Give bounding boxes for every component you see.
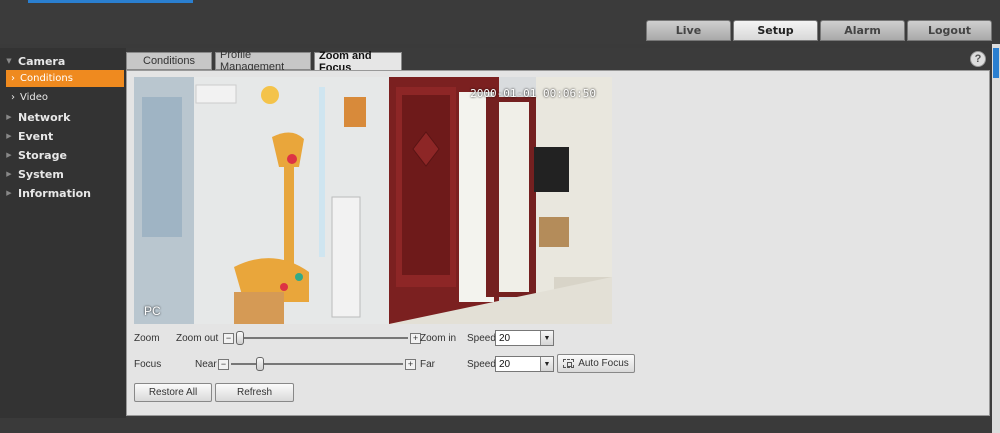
zoom-speed-value: 20 [499,332,511,344]
collapsed-triangle-icon: ▶ [6,113,12,121]
dropdown-arrow-icon[interactable]: ▼ [540,357,553,371]
tab-conditions[interactable]: Conditions [126,52,212,70]
collapsed-triangle-icon: ▶ [6,189,12,197]
tab-profile-management[interactable]: Profile Management [215,49,311,73]
sidebar-item-system[interactable]: ▶ System [0,165,126,183]
tab-alarm[interactable]: Alarm [820,20,905,41]
sidebar-item-label: Camera [18,54,66,68]
sidebar-item-storage[interactable]: ▶ Storage [0,146,126,164]
zoom-slider[interactable]: − + [223,331,421,345]
zoom-in-label: Zoom in [420,332,457,344]
focus-slider-track[interactable] [231,357,403,371]
expanded-triangle-icon: ▼ [6,57,12,65]
collapsed-triangle-icon: ▶ [6,170,12,178]
collapsed-triangle-icon: ▶ [6,151,12,159]
focus-label: Focus [134,358,162,370]
zoom-out-label: Zoom out [176,332,219,344]
chevron-right-icon: › [11,92,15,103]
focus-slider[interactable]: − + [218,357,416,371]
sidebar: ▼ Camera › Conditions › Video ▶ Network … [0,48,126,418]
tab-setup[interactable]: Setup [733,20,818,41]
auto-focus-button[interactable]: Auto Focus [557,354,635,373]
sidebar-item-event[interactable]: ▶ Event [0,127,126,145]
refresh-button[interactable]: Refresh [215,383,294,402]
zoom-speed-label: Speed [467,332,496,344]
tab-zoom-and-focus[interactable]: Zoom and Focus [314,50,402,74]
focus-near-label: Near [195,358,217,370]
sidebar-item-label: Network [18,110,71,124]
zoom-slider-track[interactable] [236,331,408,345]
sidebar-item-label: Conditions [20,73,73,84]
sidebar-item-label: System [18,167,64,181]
focus-speed-value: 20 [499,358,511,370]
top-nav: Live Setup Alarm Logout [646,20,992,41]
focus-plus-button[interactable]: + [405,358,416,370]
zoom-row: Zoom Zoom out − + Zoom in Speed 20 ▼ [134,329,654,347]
top-bar: Live Setup Alarm Logout [0,0,1000,44]
camera-label: PC [144,304,161,318]
chevron-right-icon: › [11,73,15,84]
focus-slider-thumb[interactable] [255,357,264,371]
sidebar-item-information[interactable]: ▶ Information [0,184,126,202]
sub-tabs: Conditions Profile Management Zoom and F… [126,49,402,74]
focus-speed-select[interactable]: 20 ▼ [495,356,554,372]
zoom-minus-button[interactable]: − [223,332,234,344]
focus-speed-label: Speed [467,358,496,370]
auto-focus-icon [563,359,575,368]
focus-far-label: Far [420,358,435,370]
tab-logout[interactable]: Logout [907,20,992,41]
zoom-label: Zoom [134,332,160,344]
zoom-speed-select[interactable]: 20 ▼ [495,330,554,346]
zoom-focus-panel: 2000-01-01 00:06:50 PC Zoom Zoom out − +… [126,70,990,416]
help-icon[interactable]: ? [970,51,986,67]
sidebar-item-label: Storage [18,148,67,162]
top-accent-bar [28,0,193,3]
focus-minus-button[interactable]: − [218,358,229,370]
auto-focus-label: Auto Focus [578,358,629,369]
main-content: Conditions Profile Management Zoom and F… [126,48,992,418]
zoom-slider-thumb[interactable] [236,331,244,345]
sidebar-item-label: Event [18,129,54,143]
sidebar-item-video[interactable]: › Video [6,89,124,106]
sidebar-item-network[interactable]: ▶ Network [0,108,126,126]
sidebar-item-camera[interactable]: ▼ Camera [0,52,126,70]
video-timestamp: 2000-01-01 00:06:50 [470,87,596,100]
sidebar-item-conditions[interactable]: › Conditions [6,70,124,87]
camera-scene-image [134,77,612,324]
live-video-preview: 2000-01-01 00:06:50 PC [134,77,612,324]
scrollbar[interactable] [992,44,1000,433]
sidebar-item-label: Video [20,92,49,103]
sidebar-item-label: Information [18,186,91,200]
dropdown-arrow-icon[interactable]: ▼ [540,331,553,345]
restore-all-button[interactable]: Restore All [134,383,212,402]
tab-live[interactable]: Live [646,20,731,41]
collapsed-triangle-icon: ▶ [6,132,12,140]
scrollbar-thumb[interactable] [993,48,999,78]
